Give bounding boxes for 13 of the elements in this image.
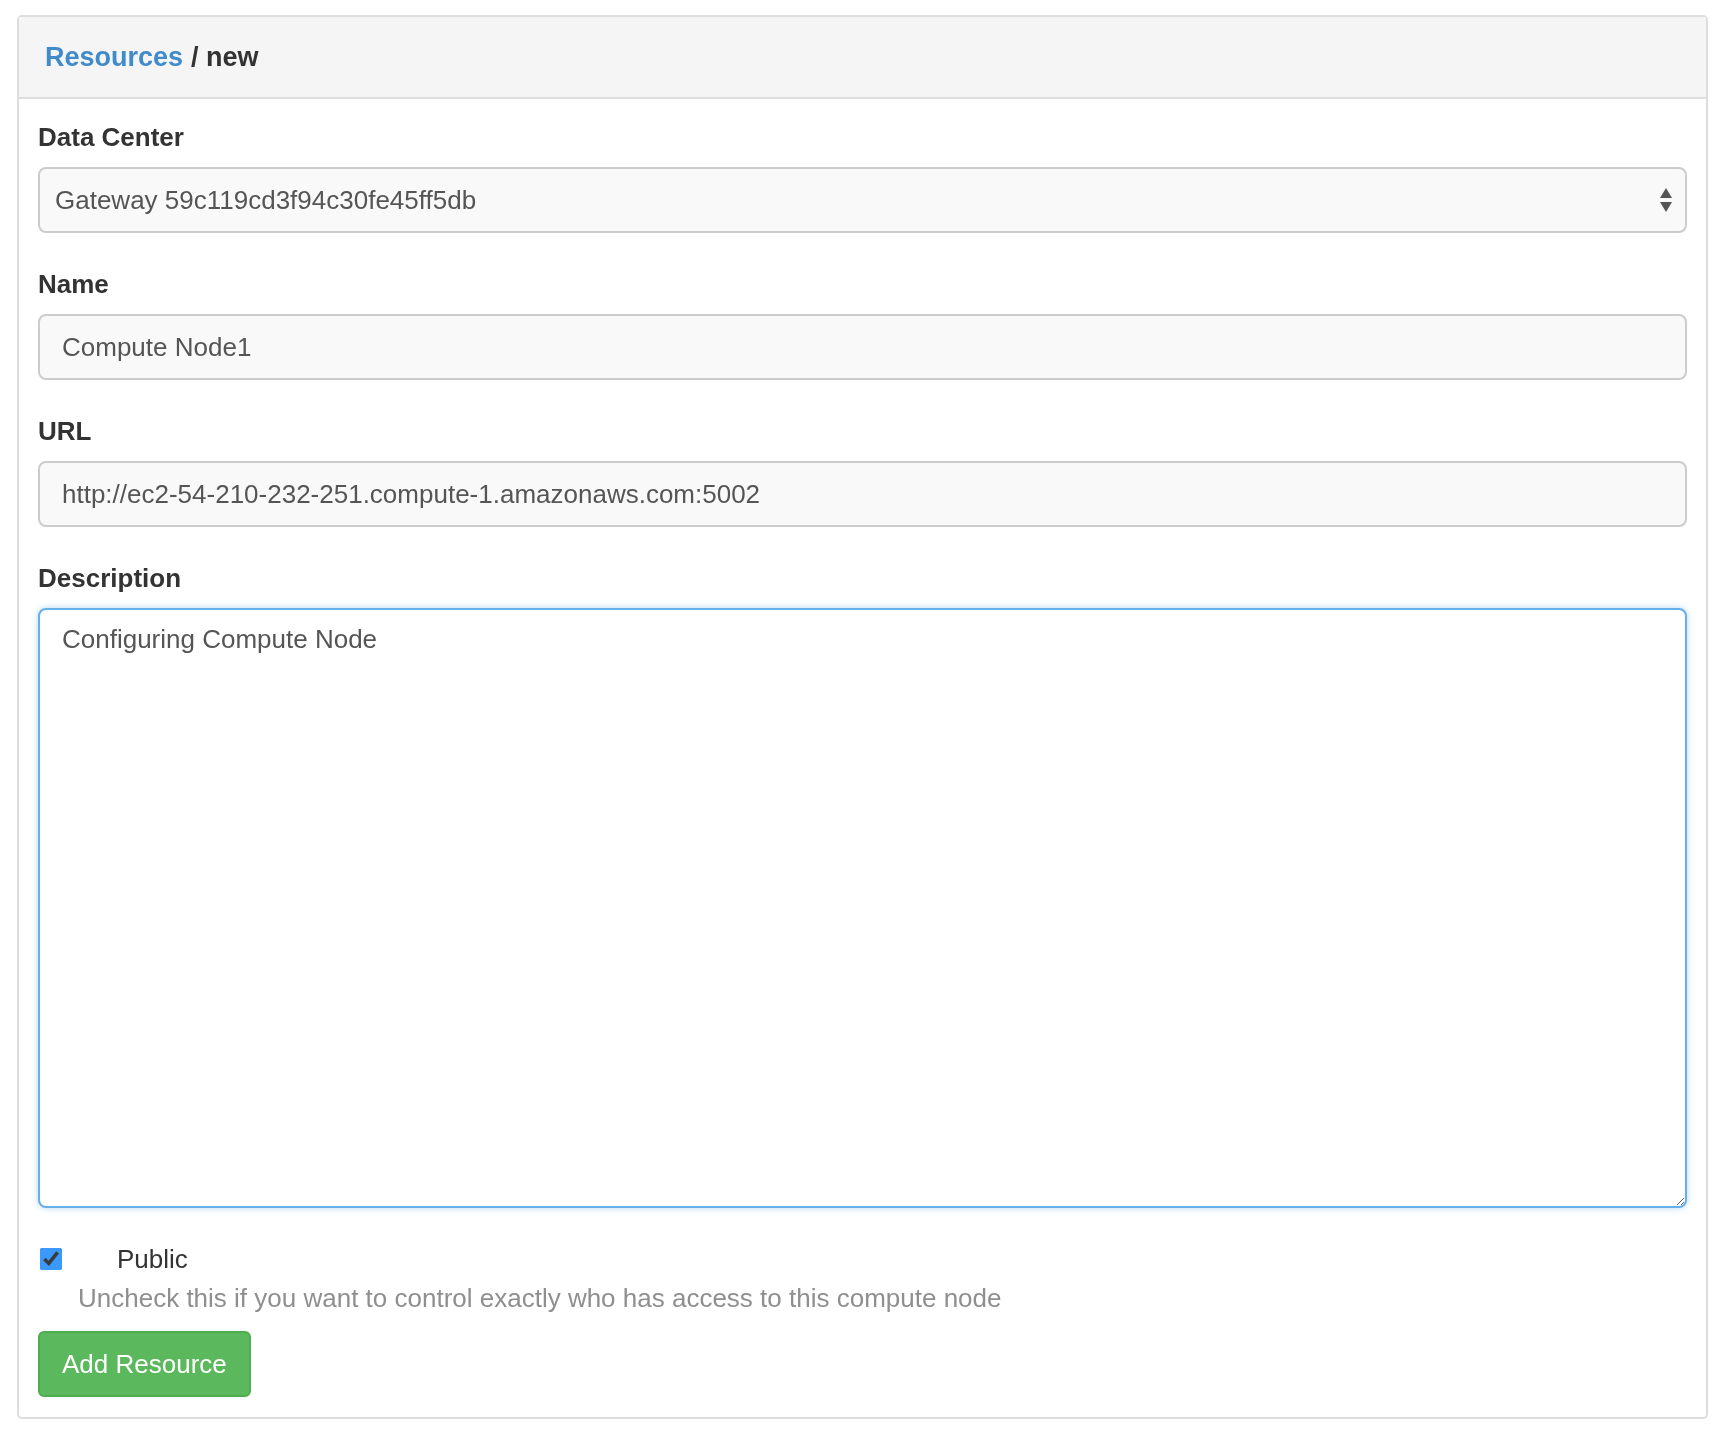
public-checkbox[interactable] (40, 1248, 62, 1270)
field-label: URL (38, 415, 92, 448)
text-field[interactable]: http://ec2-54-210-232-251.compute-1.amazonaws.com:5002 (38, 461, 1687, 527)
field-label: Description (38, 562, 182, 595)
checkbox-label: Public (117, 1243, 188, 1275)
select-field[interactable]: Gateway 59c119cd3f94c30fe45ff5db (38, 167, 1687, 233)
breadcrumb-current: / new (191, 41, 259, 73)
up-down-arrows-icon (1659, 187, 1673, 213)
field-label: Name (38, 268, 109, 301)
textarea-field[interactable]: Configuring Compute Node (38, 608, 1687, 1208)
field-label: Data Center (38, 121, 184, 154)
help-text: Uncheck this if you want to control exactly who has access to this compute node (78, 1282, 1002, 1315)
text-field[interactable]: Compute Node1 (38, 314, 1687, 380)
